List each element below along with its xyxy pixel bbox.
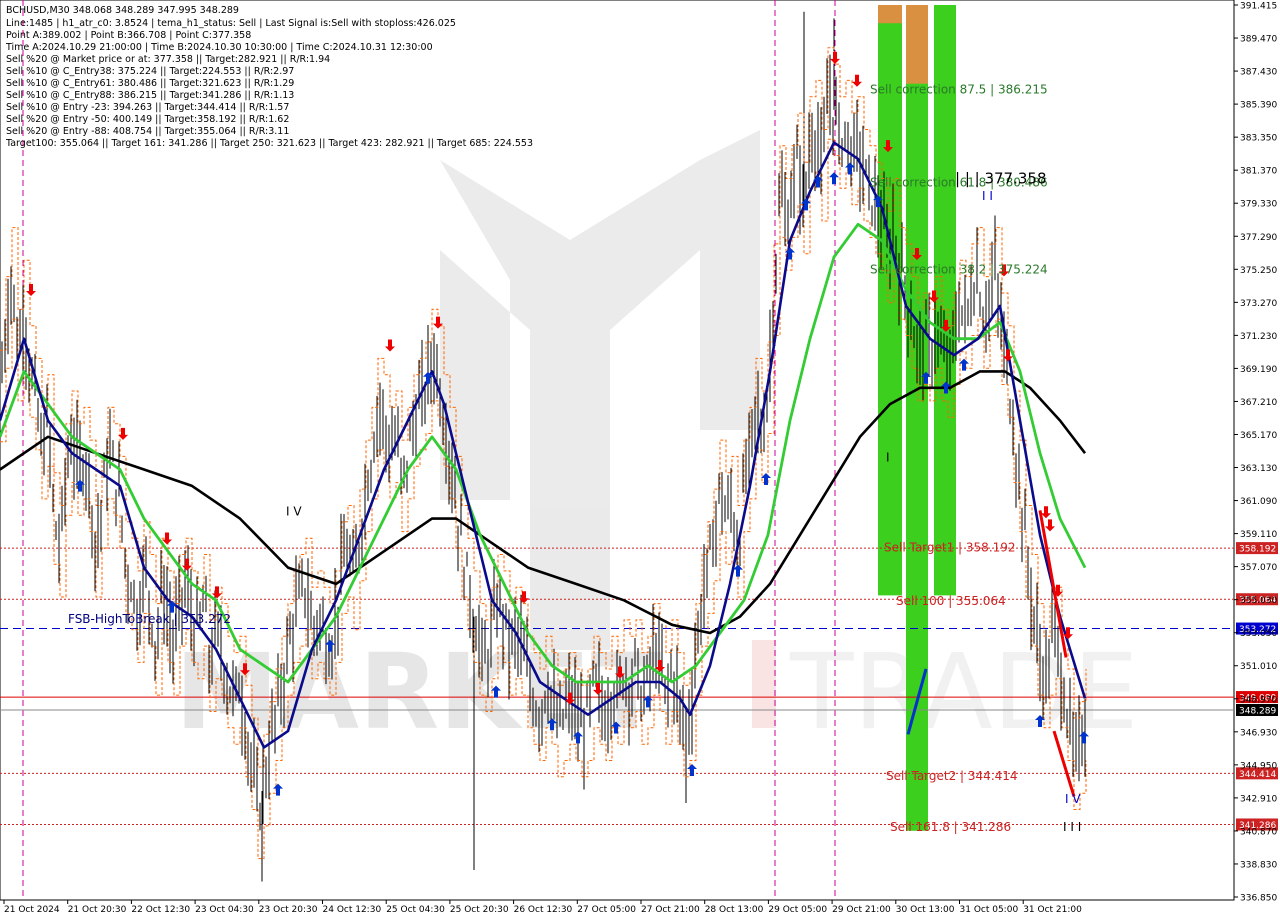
y-tick-label: 373.270 [1240,299,1277,309]
price-chart: MARKET TRADE 358.192355.064353.272349.08… [0,0,1278,915]
y-tick-label: 336.850 [1240,894,1277,904]
info-line: Sell %20 @ Entry -88: 408.754 || Target:… [6,126,289,137]
y-axis: 391.415 389.470 387.430 385.390 383.350 381.3… [1234,2,1277,904]
y-tick-label: 375.250 [1240,266,1277,276]
y-tick-label: 357.070 [1240,563,1277,573]
level-label: 348.289 [1239,707,1276,717]
chart-annotation: Sell 100 | 355.064 [896,594,1006,608]
zone-orange [906,5,928,84]
y-tick-label: 353.050 [1240,629,1277,639]
y-tick-label: 383.350 [1240,134,1277,144]
chart-annotation: I V [286,504,302,518]
y-tick-label: 363.130 [1240,464,1277,474]
y-tick-label: 367.210 [1240,398,1277,408]
info-line: Sell %10 @ Entry -23: 394.263 || Target:… [6,102,289,113]
x-tick-label: 27 Oct 05:00 [577,905,636,915]
chart-annotation: Sell correction 38.2 | 375.224 [870,262,1048,276]
x-tick-label: 25 Oct 20:30 [450,905,509,915]
x-tick-label: 26 Oct 12:30 [514,905,573,915]
x-axis: 21 Oct 2024 21 Oct 20:30 22 Oct 12:30 23 Oc… [3,900,1082,915]
y-tick-label: 342.910 [1240,794,1277,804]
chart-annotation: | | | 377.358 [955,169,1047,187]
chart-annotation: I I I [1063,820,1081,834]
y-tick-label: 379.330 [1240,200,1277,210]
y-tick-label: 385.390 [1240,101,1277,111]
info-line: Point A:389.002 | Point B:366.708 | Poin… [6,30,251,41]
chart-annotation: Sell 161.8 | 341.286 [890,820,1011,834]
info-line: Sell %10 @ C_Entry61: 380.486 || Target:… [6,78,294,89]
x-tick-label: 22 Oct 12:30 [131,905,190,915]
y-tick-label: 381.370 [1240,167,1277,177]
y-tick-label: 391.415 [1240,2,1277,12]
y-tick-label: 361.090 [1240,497,1277,507]
x-tick-label: 23 Oct 04:30 [195,905,254,915]
y-tick-label: 387.430 [1240,68,1277,78]
x-tick-label: 21 Oct 2024 [4,905,60,915]
y-tick-label: 348.970 [1240,695,1277,705]
x-tick-label: 29 Oct 05:00 [768,905,827,915]
info-line: Target100: 355.064 || Target 161: 341.28… [5,138,533,149]
info-line: Time A:2024.10.29 21:00:00 | Time B:2024… [5,42,433,53]
info-line: Sell %20 @ Market price or at: 377.358 |… [6,54,330,65]
info-line: BCHUSD,M30 348.068 348.289 347.995 348.2… [6,5,239,16]
info-line: Sell %10 @ C_Entry88: 386.215 || Target:… [6,90,294,101]
y-tick-label: 338.830 [1240,860,1277,870]
y-tick-label: 340.870 [1240,827,1277,837]
level-label: 358.192 [1239,545,1276,555]
chart-annotation: I I [982,189,993,203]
y-tick-label: 355.030 [1240,596,1277,606]
zone-orange [878,5,902,24]
info-line: Sell %20 @ Entry -50: 400.149 || Target:… [6,114,289,125]
watermark-bar [752,640,776,728]
y-tick-label: 365.170 [1240,431,1277,441]
y-tick-label: 344.950 [1240,761,1277,771]
chart-annotation: I [886,450,890,464]
x-tick-label: 31 Oct 05:00 [960,905,1019,915]
x-tick-label: 31 Oct 21:00 [1023,905,1082,915]
x-tick-label: 25 Oct 04:30 [386,905,445,915]
y-tick-label: 389.470 [1240,35,1277,45]
y-tick-label: 371.230 [1240,332,1277,342]
chart-annotation: FSB-HighToBreak | 353.272 [68,612,231,626]
chart-annotation: I V [1065,792,1081,806]
y-tick-label: 346.930 [1240,728,1277,738]
chart-annotation: Sell Target2 | 344.414 [886,769,1018,783]
y-tick-label: 377.290 [1240,233,1277,243]
info-line: Line:1485 | h1_atr_c0: 3.8524 | tema_h1_… [6,18,456,29]
info-line: Sell %10 @ C_Entry38: 375.224 || Target:… [6,66,294,77]
x-tick-label: 24 Oct 12:30 [323,905,382,915]
x-tick-label: 30 Oct 13:00 [896,905,955,915]
y-tick-label: 351.010 [1240,662,1277,672]
y-tick-label: 359.110 [1240,530,1277,540]
y-tick-label: 369.190 [1240,365,1277,375]
chart-annotation: Sell correction 87.5 | 386.215 [870,83,1048,97]
x-tick-label: 27 Oct 21:00 [641,905,700,915]
chart-annotation: Sell Target1 | 358.192 [884,540,1016,554]
x-tick-label: 29 Oct 21:00 [832,905,891,915]
x-tick-label: 28 Oct 13:00 [705,905,764,915]
x-tick-label: 23 Oct 20:30 [259,905,318,915]
x-tick-label: 21 Oct 20:30 [68,905,127,915]
